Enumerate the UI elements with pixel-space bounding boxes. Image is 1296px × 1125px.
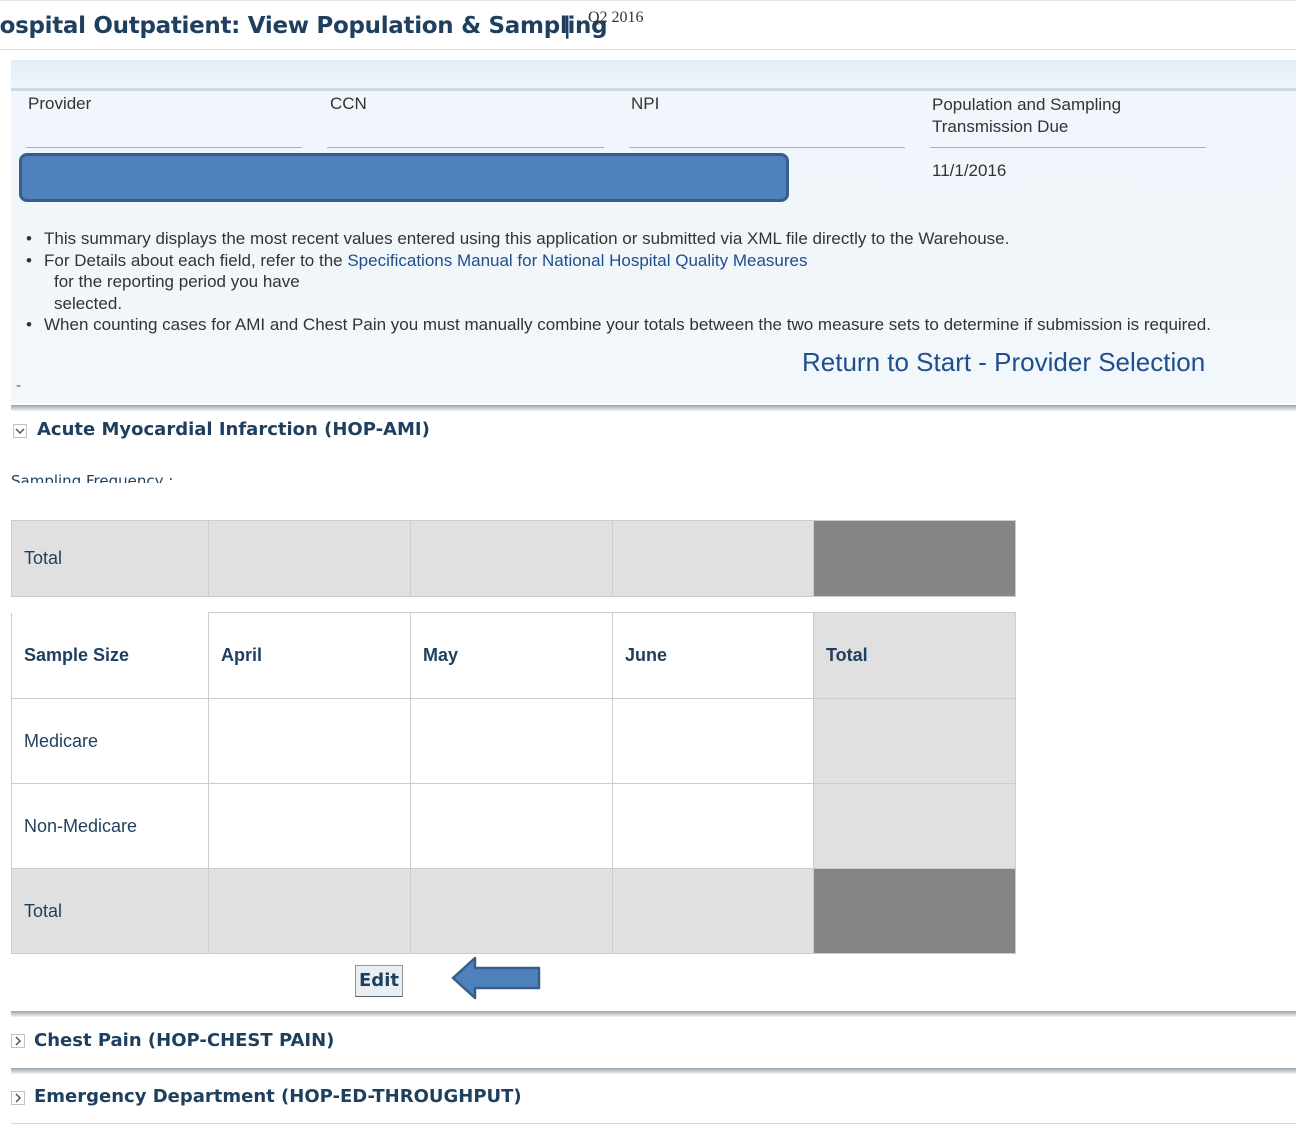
row-label: Non-Medicare: [11, 783, 209, 869]
table-cell: [410, 698, 613, 784]
table-row: Non-Medicare: [11, 783, 1016, 869]
transmission-due-label-line1: Population and Sampling: [932, 95, 1122, 114]
title-separator: |: [563, 13, 572, 39]
bullet-dot-icon: •: [26, 315, 32, 334]
edit-button[interactable]: Edit: [355, 965, 403, 997]
table-cell: [410, 520, 613, 597]
sampling-frequency-label: Sampling Frequency :: [11, 474, 211, 483]
provider-label: Provider: [28, 94, 92, 113]
table-cell: [208, 698, 411, 784]
section-divider: [11, 1011, 1296, 1017]
transmission-due-label-line2: Transmission Due: [932, 117, 1069, 136]
info-bullets: • This summary displays the most recent …: [23, 228, 1283, 336]
bullet-text: For Details about each field, refer to t…: [44, 250, 343, 270]
table-row: Medicare: [11, 698, 1016, 784]
column-header: May: [410, 612, 613, 699]
page-title: lospital Outpatient: View Population & S…: [0, 13, 608, 39]
table-cell: [612, 868, 814, 954]
population-total-label: Total: [11, 520, 209, 597]
bullet-dot-icon: •: [26, 229, 32, 248]
table-header-row: Sample Size April May June Total: [11, 612, 1016, 699]
info-panel-top-border: [11, 88, 1296, 91]
bottom-divider: [11, 1123, 1296, 1124]
section-divider: [11, 405, 1296, 411]
bullet-text: This summary displays the most recent va…: [44, 229, 1010, 248]
bullet-item: • This summary displays the most recent …: [23, 228, 1283, 250]
column-header: June: [612, 612, 814, 699]
table-cell: [813, 520, 1016, 597]
bullet-continuation: selected.: [54, 293, 123, 313]
table-cell: [612, 520, 814, 597]
specifications-manual-link[interactable]: Specifications Manual for National Hospi…: [347, 251, 807, 270]
table-cell: [813, 698, 1016, 784]
table-cell: [410, 783, 613, 869]
table-cell: [813, 868, 1016, 954]
table-cell: [208, 868, 411, 954]
section-title-ami[interactable]: Acute Myocardial Infarction (HOP-AMI): [37, 419, 430, 440]
reporting-period: Q2 2016: [588, 9, 644, 26]
ccn-label: CCN: [330, 94, 367, 113]
section-title-chest-pain[interactable]: Chest Pain (HOP-CHEST PAIN): [34, 1030, 334, 1051]
due-underline: [930, 147, 1206, 148]
bullet-continuation: for the reporting period you have: [54, 272, 300, 291]
section-title-ed-throughput[interactable]: Emergency Department (HOP-ED-THROUGHPUT): [34, 1086, 522, 1107]
sampling-frequency-text: Sampling Frequency :: [11, 474, 174, 483]
ccn-underline: [327, 147, 604, 148]
section-divider: [11, 1068, 1296, 1074]
chevron-down-icon[interactable]: [13, 424, 27, 438]
return-to-start-link[interactable]: Return to Start - Provider Selection: [802, 347, 1205, 378]
provider-underline: [26, 147, 302, 148]
table-row: Total: [11, 868, 1016, 954]
npi-label: NPI: [631, 94, 660, 113]
bullet-text: When counting cases for AMI and Chest Pa…: [44, 315, 1211, 334]
row-label: Medicare: [11, 698, 209, 784]
redacted-provider-box: [19, 153, 789, 202]
npi-underline: [629, 147, 905, 148]
column-header: Total: [813, 612, 1016, 699]
table-cell: [208, 520, 411, 597]
panel-dash: -: [16, 378, 22, 394]
chevron-right-icon[interactable]: [11, 1091, 25, 1105]
row-label: Total: [11, 868, 209, 954]
table-cell: [813, 783, 1016, 869]
sample-size-table: Sample Size April May June Total Medicar…: [11, 612, 1016, 954]
bullet-item: • For Details about each field, refer to…: [23, 250, 1283, 272]
bullet-item: • When counting cases for AMI and Chest …: [23, 314, 1283, 336]
table-cell: [208, 783, 411, 869]
transmission-due-label: Population and Sampling Transmission Due: [932, 94, 1121, 138]
table-cell: [612, 698, 814, 784]
table-cell: [612, 783, 814, 869]
column-header: Sample Size: [11, 612, 209, 699]
table-cell: [410, 868, 613, 954]
chevron-right-icon[interactable]: [11, 1034, 25, 1048]
column-header: April: [208, 612, 411, 699]
arrow-left-icon: [451, 956, 541, 1000]
table-row: Total: [11, 520, 1016, 597]
transmission-due-date: 11/1/2016: [932, 161, 1007, 180]
bullet-dot-icon: •: [26, 250, 32, 270]
population-table: Total: [11, 520, 1016, 597]
